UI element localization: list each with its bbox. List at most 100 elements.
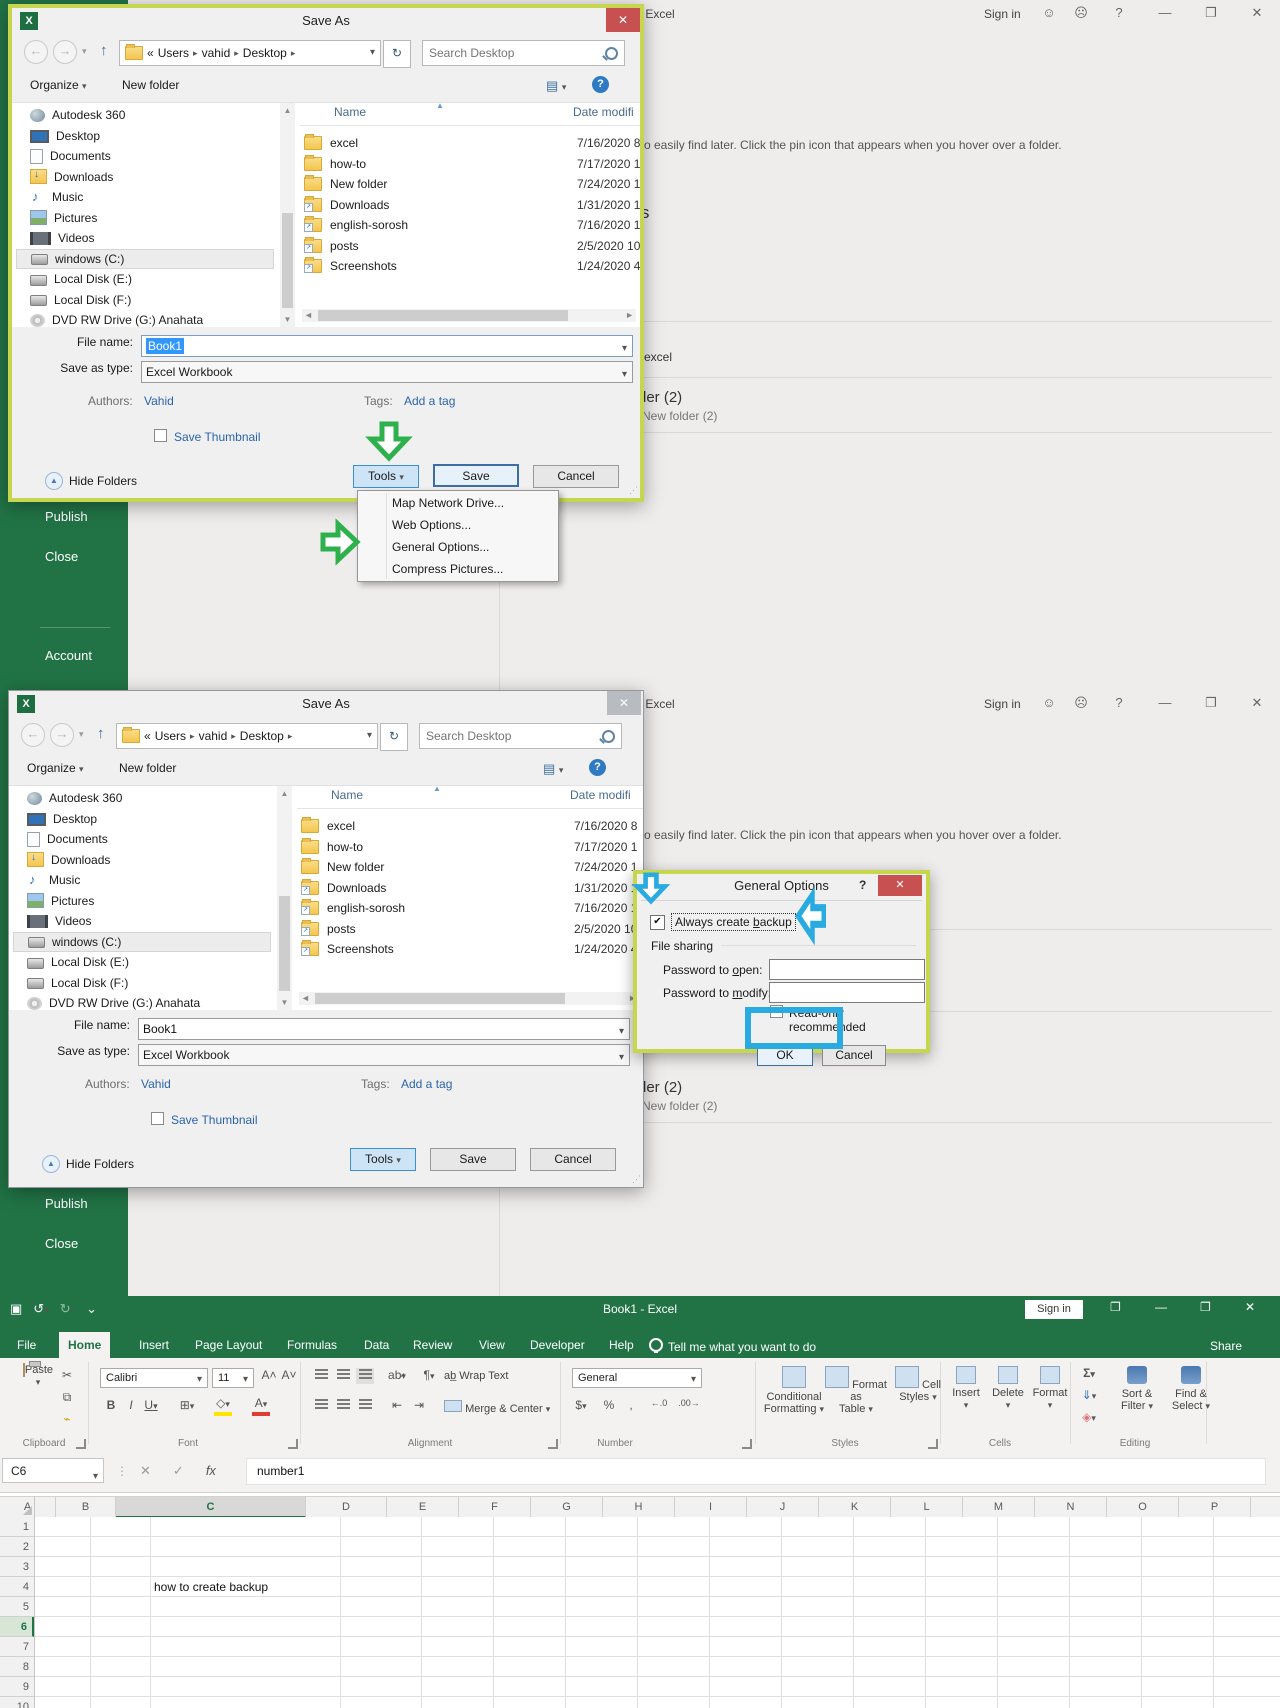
recent-folder-fragment[interactable]: excel [644, 350, 672, 364]
dropdown-icon[interactable]: ▾ [622, 365, 627, 385]
file-row[interactable]: posts 2/5/2020 10 [304, 236, 640, 256]
sidebar-item-close[interactable]: Close [45, 1236, 78, 1251]
search-icon[interactable] [605, 47, 618, 60]
insert-function-icon[interactable]: fx [206, 1458, 216, 1483]
scrollbar-thumb[interactable] [282, 213, 293, 308]
tree-item[interactable]: Documents [13, 829, 271, 849]
breadcrumb-item[interactable]: vahid [199, 729, 228, 743]
search-icon[interactable] [602, 730, 615, 743]
column-header[interactable]: M [963, 1497, 1035, 1518]
password-to-open-input[interactable] [769, 959, 925, 980]
tell-me-box[interactable]: Tell me what you want to do [668, 1340, 816, 1354]
ribbon-tab[interactable]: Data [355, 1332, 398, 1358]
file-row[interactable]: New folder 7/24/2020 1 [304, 174, 640, 194]
tree-item[interactable]: Downloads [13, 850, 271, 870]
column-header[interactable]: I [675, 1497, 747, 1518]
clipboard-dialog-launcher-icon[interactable] [76, 1439, 86, 1449]
address-bar[interactable]: « Users ▸ vahid ▸ Desktop ▸ ▾ [119, 40, 381, 66]
restore-icon[interactable]: ❐ [1198, 695, 1224, 711]
feedback-smile-icon[interactable]: ☺ [1036, 5, 1062, 20]
feedback-smile-icon[interactable]: ☺ [1036, 695, 1062, 710]
resize-grip[interactable]: ⋰ [629, 485, 638, 496]
tree-item[interactable]: Pictures [16, 208, 274, 228]
align-top-icon[interactable] [312, 1368, 330, 1384]
resize-grip[interactable]: ⋰ [632, 1174, 641, 1185]
tree-item[interactable]: Autodesk 360 [16, 105, 274, 125]
scroll-right-icon[interactable]: ► [625, 309, 634, 322]
ribbon-tab[interactable]: Developer [521, 1332, 594, 1358]
menu-item[interactable]: Web Options... [392, 514, 554, 536]
column-header[interactable]: F [459, 1497, 531, 1518]
row-header[interactable]: 7 [0, 1637, 34, 1657]
scroll-left-icon[interactable]: ◄ [304, 309, 313, 322]
file-row[interactable]: excel 7/16/2020 8 [301, 816, 641, 836]
font-name-select[interactable]: Calibri ▾ [100, 1368, 208, 1388]
add-tag-link[interactable]: Add a tag [401, 1077, 452, 1091]
dropdown-icon[interactable]: ▾ [93, 1464, 98, 1489]
ribbon-tab[interactable]: File [8, 1332, 45, 1358]
dialog-close-button[interactable]: ✕ [878, 875, 922, 896]
column-header[interactable]: J [747, 1497, 819, 1518]
decrease-indent-icon[interactable]: ⇤ [388, 1398, 406, 1414]
row-header[interactable]: 3 [0, 1557, 34, 1577]
row-header[interactable]: 2 [0, 1537, 34, 1557]
tree-item[interactable]: Desktop [13, 809, 271, 829]
views-icon[interactable]: ▤ ▾ [546, 78, 566, 94]
close-icon[interactable]: ✕ [1245, 1300, 1255, 1314]
scroll-up-icon[interactable]: ▲ [280, 103, 295, 118]
breadcrumb-chevrons[interactable]: « [144, 729, 151, 743]
file-row[interactable]: Screenshots 1/24/2020 4 [301, 939, 641, 959]
menu-item[interactable]: Map Network Drive... [392, 492, 554, 514]
breadcrumb-item[interactable]: Desktop [243, 46, 287, 60]
sidebar-item-close[interactable]: Close [45, 549, 78, 564]
clear-icon[interactable]: ◈▾ [1080, 1410, 1098, 1426]
row-header[interactable]: 6 [0, 1617, 34, 1637]
tree-item[interactable]: Music [16, 187, 274, 207]
feedback-frown-icon[interactable]: ☹ [1068, 695, 1094, 711]
authors-value[interactable]: Vahid [141, 1077, 171, 1091]
column-header[interactable]: G [531, 1497, 603, 1518]
date-modified-column-header[interactable]: Date modifi [573, 105, 634, 119]
format-painter-icon[interactable]: ⌁ [58, 1412, 76, 1428]
row-header[interactable]: 4 [0, 1577, 34, 1597]
scroll-down-icon[interactable]: ▼ [280, 312, 295, 327]
cancel-button[interactable]: Cancel [530, 1148, 616, 1171]
dropdown-icon[interactable]: ▾ [622, 339, 627, 359]
cell-c4[interactable]: how to create backup [154, 1577, 268, 1597]
autosum-icon[interactable]: Σ▾ [1080, 1366, 1098, 1382]
hide-folders-button[interactable]: ▲ Hide Folders [42, 1155, 134, 1173]
list-horizontal-scrollbar[interactable]: ◄ ► [299, 992, 639, 1005]
underline-button[interactable]: U▾ [142, 1398, 160, 1414]
row-header[interactable]: 1 [0, 1517, 34, 1537]
column-header[interactable]: B [56, 1497, 116, 1518]
file-row[interactable]: New folder 7/24/2020 1 [301, 857, 641, 877]
sign-in-link[interactable]: Sign in [984, 7, 1021, 21]
save-as-type-select[interactable]: Excel Workbook ▾ [138, 1044, 630, 1066]
tree-item[interactable]: Desktop [16, 126, 274, 146]
file-row[interactable]: english-sorosh 7/16/2020 1 [301, 898, 641, 918]
ribbon-tab[interactable]: View [470, 1332, 514, 1358]
tree-scrollbar[interactable]: ▲ ▼ [277, 786, 292, 1010]
scroll-up-icon[interactable]: ▲ [277, 786, 292, 801]
sign-in-button[interactable]: Sign in [1025, 1300, 1083, 1319]
views-icon[interactable]: ▤ ▾ [543, 761, 563, 777]
bold-button[interactable]: B [102, 1398, 120, 1414]
save-thumbnail-checkbox[interactable] [154, 429, 167, 442]
close-icon[interactable]: ✕ [1244, 5, 1270, 21]
tree-item[interactable]: windows (C:) [16, 248, 274, 269]
help-icon[interactable]: ? [1106, 5, 1132, 20]
tree-item[interactable]: Autodesk 360 [13, 788, 271, 808]
tree-item[interactable]: Videos [13, 911, 271, 931]
file-name-input[interactable]: Book1 ▾ [141, 335, 633, 357]
tools-button[interactable]: Tools ▾ [353, 465, 419, 488]
column-header[interactable]: L [891, 1497, 963, 1518]
column-header[interactable]: D [306, 1497, 387, 1518]
file-row[interactable]: how-to 7/17/2020 1 [304, 154, 640, 174]
sidebar-item-account[interactable]: Account [45, 648, 92, 663]
minimize-icon[interactable]: — [1155, 1300, 1167, 1314]
style-button[interactable]: Format as Table ▾ [824, 1366, 888, 1415]
font-size-select[interactable]: 11 ▾ [212, 1368, 254, 1388]
alignment-dialog-launcher-icon[interactable] [548, 1439, 558, 1449]
italic-button[interactable]: I [122, 1398, 140, 1414]
save-button[interactable]: Save [430, 1148, 516, 1171]
